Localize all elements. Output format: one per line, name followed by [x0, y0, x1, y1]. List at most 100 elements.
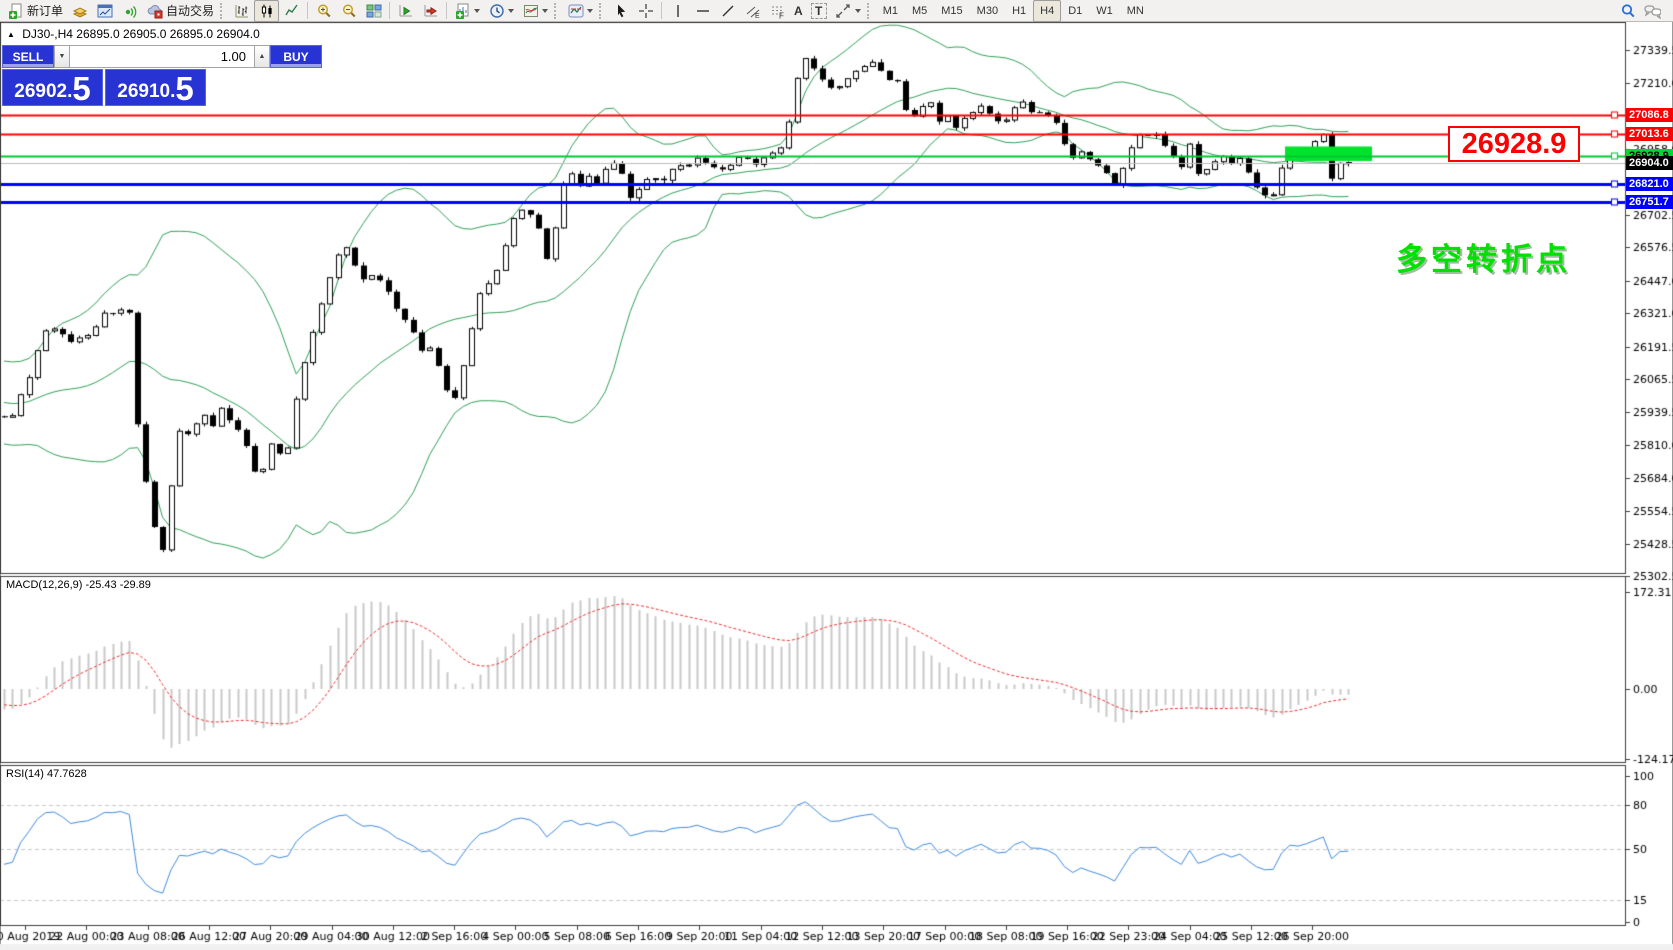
rsi-label: RSI(14) 47.7628	[6, 768, 87, 780]
sell-price-pips: 5	[72, 75, 90, 103]
zoom-in-icon	[315, 2, 332, 19]
new-chart-dropdown[interactable]	[450, 0, 484, 22]
text-tool[interactable]: A	[790, 0, 807, 22]
template-icon	[522, 2, 539, 19]
chat-icon	[1644, 2, 1661, 19]
buy-price-pips: 5	[175, 75, 193, 103]
chart-symbol-period: DJ30-,H4	[22, 27, 73, 41]
timeframe-M5[interactable]: M5	[905, 0, 934, 22]
turning-point-annotation: 多空转折点	[1396, 234, 1571, 279]
chat-button[interactable]	[1640, 0, 1665, 22]
new-order-icon	[7, 2, 24, 19]
chevron-down-icon	[855, 9, 861, 13]
search-button[interactable]	[1615, 0, 1640, 22]
indicators-dropdown[interactable]	[563, 0, 597, 22]
shapes-dropdown[interactable]	[831, 0, 865, 22]
timeframe-M15[interactable]: M15	[934, 0, 969, 22]
price-tag: 26904.0	[1626, 156, 1673, 170]
crosshair-tool-button[interactable]	[633, 0, 658, 22]
chart-ohlc-values: 26895.0 26905.0 26895.0 26904.0	[76, 27, 260, 41]
new-order-button[interactable]: 新订单	[3, 0, 67, 22]
line-chart-icon	[283, 2, 300, 19]
volume-decrease-button[interactable]: ▼	[54, 45, 70, 68]
period-dropdown[interactable]	[484, 0, 518, 22]
volume-input[interactable]	[70, 45, 254, 68]
auto-scroll-button[interactable]	[393, 0, 418, 22]
zoom-out-button[interactable]	[336, 0, 361, 22]
search-icon	[1619, 2, 1636, 19]
toolbar-separator	[446, 2, 447, 19]
signals-button[interactable]	[117, 0, 142, 22]
price-tag: 27013.6	[1626, 127, 1673, 141]
toolbar-separator	[389, 2, 390, 19]
timeframe-H4[interactable]: H4	[1033, 0, 1061, 22]
price-tag: 26751.7	[1626, 195, 1673, 209]
toolbar-grip	[554, 3, 559, 19]
horizontal-line-tool[interactable]	[690, 0, 715, 22]
indicators-icon	[567, 2, 584, 19]
chart-header: ▲ DJ30-,H4 26895.0 26905.0 26895.0 26904…	[7, 27, 260, 41]
chevron-down-icon	[542, 9, 548, 13]
price-tag: 27086.8	[1626, 108, 1673, 122]
toolbar-separator	[307, 2, 308, 19]
market-watch-button[interactable]	[67, 0, 92, 22]
label-icon: T	[811, 3, 827, 19]
channel-icon: E	[744, 2, 761, 19]
collapse-triangle-icon[interactable]: ▲	[7, 30, 15, 39]
trendline-tool[interactable]	[715, 0, 740, 22]
chart-shift-icon	[422, 2, 439, 19]
auto-scroll-icon	[397, 2, 414, 19]
vertical-line-tool[interactable]	[665, 0, 690, 22]
candlestick-type-button[interactable]	[254, 0, 279, 22]
buy-price: 26910.	[117, 81, 175, 103]
period-clock-icon	[488, 2, 505, 19]
buy-price-button[interactable]: 26910. 5	[105, 69, 206, 106]
chevron-down-icon	[508, 9, 514, 13]
sell-price: 26902.	[14, 81, 72, 103]
fibonacci-tool[interactable]: F	[765, 0, 790, 22]
trendline-icon	[719, 2, 736, 19]
chart-window-icon	[96, 2, 113, 19]
buy-button[interactable]: BUY	[270, 45, 322, 68]
shapes-icon	[835, 2, 852, 19]
tile-windows-button[interactable]	[361, 0, 386, 22]
new-order-label: 新订单	[27, 2, 63, 19]
toolbar-grip	[220, 3, 225, 19]
candlestick-icon	[258, 2, 275, 19]
chart-window-button[interactable]	[92, 0, 117, 22]
timeframe-D1[interactable]: D1	[1061, 0, 1089, 22]
toolbar-separator	[661, 2, 662, 19]
auto-trading-icon	[146, 2, 163, 19]
timeframe-M30[interactable]: M30	[970, 0, 1005, 22]
volume-increase-button[interactable]: ▲	[254, 45, 270, 68]
sell-button[interactable]: SELL	[2, 45, 54, 68]
zoom-in-button[interactable]	[311, 0, 336, 22]
cursor-icon	[612, 2, 629, 19]
bar-chart-type-button[interactable]	[229, 0, 254, 22]
timeframe-H1[interactable]: H1	[1005, 0, 1033, 22]
timeframe-W1[interactable]: W1	[1089, 0, 1120, 22]
chart-canvas[interactable]	[0, 0, 1673, 950]
signals-icon	[121, 2, 138, 19]
toolbar-grip	[867, 3, 872, 19]
timeframe-MN[interactable]: MN	[1120, 0, 1151, 22]
auto-trading-button[interactable]: 自动交易	[142, 0, 218, 22]
toolbar: 新订单 自动交易	[0, 0, 1673, 22]
auto-trading-label: 自动交易	[166, 2, 214, 19]
sell-price-button[interactable]: 26902. 5	[2, 69, 103, 106]
template-dropdown[interactable]	[518, 0, 552, 22]
svg-text:E: E	[755, 13, 760, 19]
crosshair-icon	[637, 2, 654, 19]
chart-shift-button[interactable]	[418, 0, 443, 22]
timeframe-M1[interactable]: M1	[876, 0, 905, 22]
new-chart-icon	[454, 2, 471, 19]
channel-tool[interactable]: E	[740, 0, 765, 22]
zoom-out-icon	[340, 2, 357, 19]
svg-text:F: F	[779, 11, 784, 19]
label-tool[interactable]: T	[807, 0, 831, 22]
timeframe-bar: M1M5M15M30H1H4D1W1MN	[876, 0, 1151, 22]
one-click-trade-panel: SELL ▼ ▲ BUY 26902. 5 26910. 5	[2, 45, 206, 106]
line-chart-type-button[interactable]	[279, 0, 304, 22]
cursor-tool-button[interactable]	[608, 0, 633, 22]
macd-label: MACD(12,26,9) -25.43 -29.89	[6, 579, 151, 591]
